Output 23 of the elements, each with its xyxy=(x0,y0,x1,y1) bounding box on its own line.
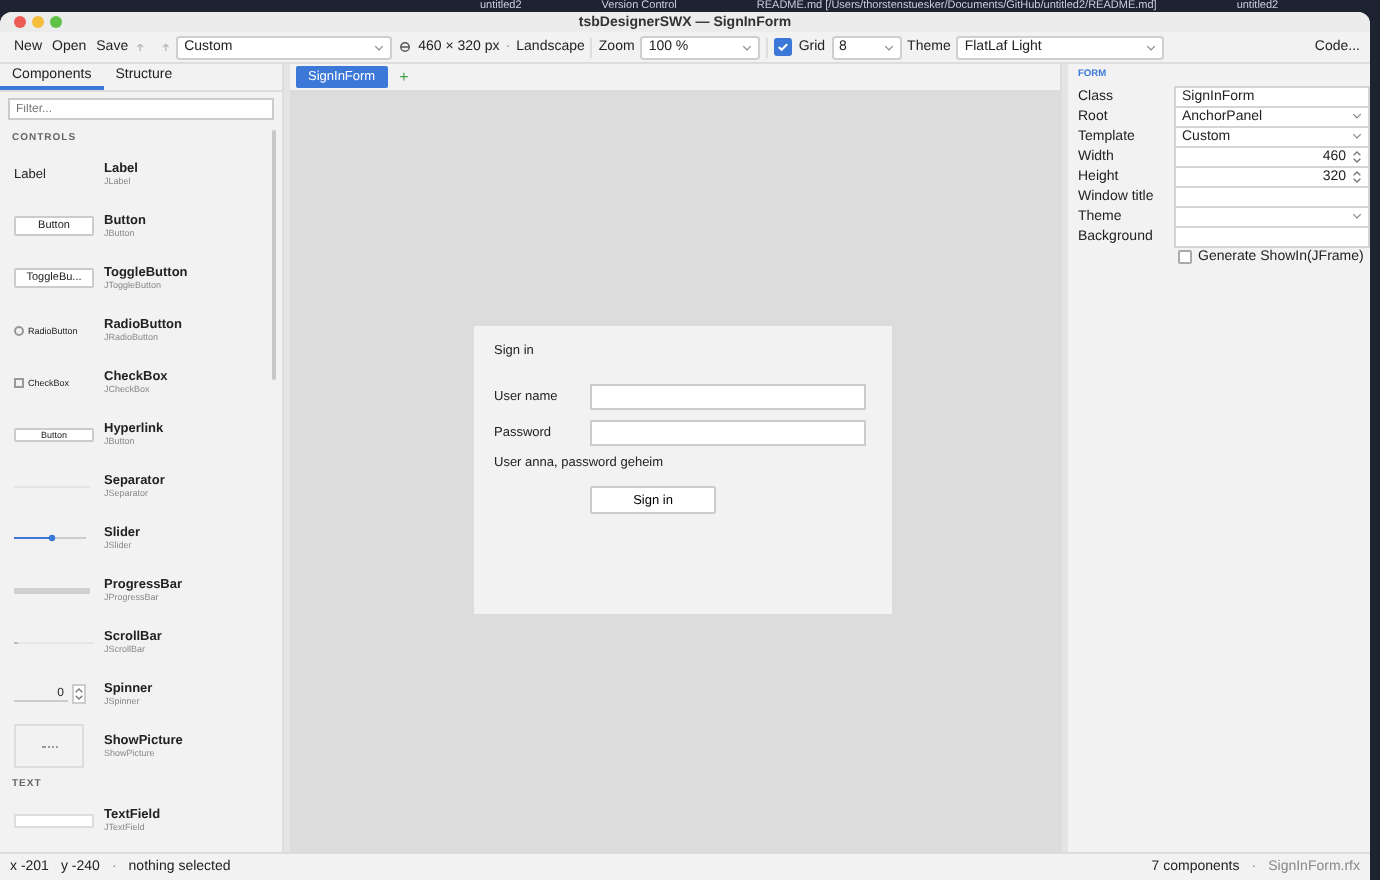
scrollbar-thumb[interactable] xyxy=(272,130,276,380)
generate-checkbox[interactable] xyxy=(1178,250,1192,264)
checkbox-icon xyxy=(14,377,24,387)
dropdown-icon[interactable] xyxy=(883,43,894,51)
dropdown-icon[interactable] xyxy=(1352,132,1362,140)
radio-icon xyxy=(14,325,24,335)
property-combo[interactable] xyxy=(1174,205,1370,227)
textfield-preview xyxy=(14,813,94,827)
dropdown-icon[interactable] xyxy=(742,43,753,51)
slider-preview xyxy=(14,534,86,542)
property-field[interactable] xyxy=(1174,185,1370,207)
input-field[interactable] xyxy=(590,419,866,445)
property-field[interactable] xyxy=(1174,225,1370,247)
dropdown-icon[interactable] xyxy=(1352,112,1362,120)
progressbar-preview xyxy=(14,587,90,593)
picture-placeholder xyxy=(14,724,84,768)
window-controls-icon[interactable] xyxy=(14,16,62,28)
input-field[interactable] xyxy=(590,383,866,409)
dropdown-icon[interactable] xyxy=(1146,43,1157,51)
spinner-arrows-icon xyxy=(72,684,86,704)
grid-checkbox[interactable] xyxy=(774,38,793,56)
dropdown-icon[interactable] xyxy=(1352,212,1362,220)
dropdown-icon[interactable] xyxy=(374,43,385,51)
